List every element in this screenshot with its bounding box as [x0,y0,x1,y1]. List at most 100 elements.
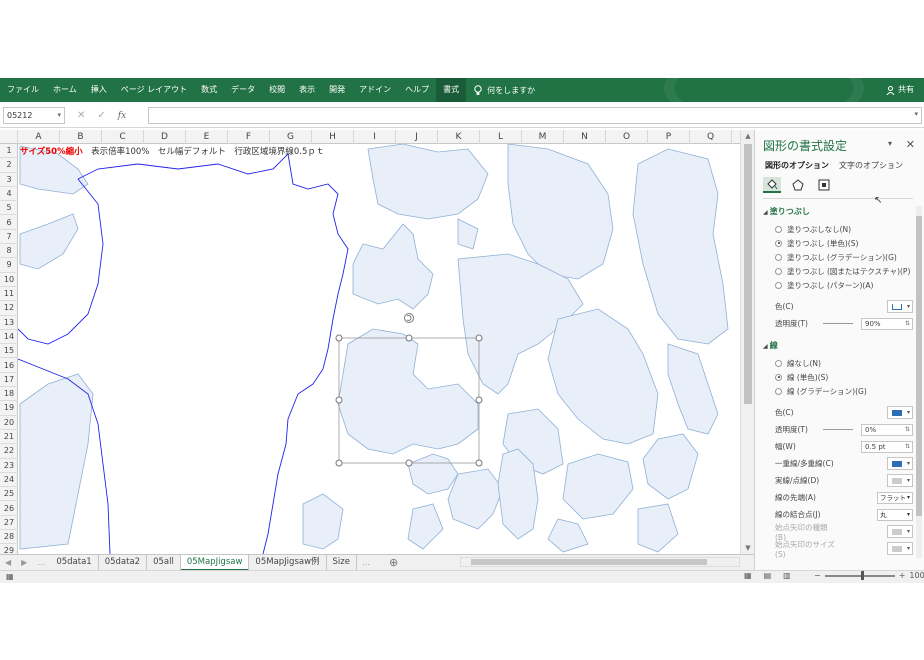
row-header[interactable]: 10 [0,273,18,287]
horizontal-scrollbar[interactable] [460,557,740,567]
add-sheet-icon[interactable]: ⊕ [389,556,398,569]
row-header[interactable]: 12 [0,301,18,316]
fill-picture-option[interactable]: 塗りつぶし (図またはテクスチャ)(P) [775,264,913,278]
sheet-more-icon[interactable]: … [37,558,45,567]
radio[interactable] [775,253,782,261]
fill-transparency-slider[interactable] [823,323,853,324]
sheet-tab[interactable]: 05data2 [99,554,148,571]
cancel-icon[interactable]: ✕ [77,110,85,121]
row-header[interactable]: 1 [0,144,18,159]
map-piece[interactable] [407,453,459,495]
row-header[interactable]: 17 [0,373,18,388]
fill-transparency-input[interactable]: 90% [861,317,913,330]
row-header[interactable]: 19 [0,401,18,416]
map-piece[interactable] [302,493,344,550]
map-piece[interactable] [547,518,589,553]
size-properties-icon[interactable] [815,177,833,193]
map-piece[interactable] [367,144,489,220]
tell-me-box[interactable]: 何をしますか [474,84,535,96]
radio[interactable] [775,359,782,367]
fill-pattern-option[interactable]: 塗りつぶし (パターン)(A) [775,278,913,292]
pane-scrollbar[interactable] [916,206,922,558]
row-header[interactable]: 20 [0,416,18,430]
row-header[interactable]: 25 [0,487,18,502]
select-all-corner[interactable] [0,130,18,144]
sheet-tab[interactable]: 05MapJigsaw例 [249,554,327,571]
line-transparency-input[interactable]: 0% [861,423,913,436]
radio[interactable] [775,225,782,233]
tab-data[interactable]: データ [224,78,262,102]
column-header[interactable]: J [396,130,438,144]
radio[interactable] [775,267,782,275]
name-box[interactable]: 05212 ▾ [3,107,65,124]
sheet-tab[interactable]: 05data1 [50,554,99,571]
sheet-tab[interactable]: 05all [147,554,181,571]
line-color-picker[interactable]: ▾ [887,406,913,419]
row-header[interactable]: 3 [0,173,18,187]
zoom-out-icon[interactable]: − [814,571,821,580]
row-header[interactable]: 13 [0,316,18,330]
effects-icon[interactable] [789,177,807,193]
row-header[interactable]: 5 [0,201,18,216]
formula-input[interactable]: ▾ [148,107,922,124]
insert-function-icon[interactable]: fx [118,111,126,121]
worksheet-grid[interactable]: A B C D E F G H I J K L M N O P Q 1 2 3 … [0,130,754,554]
scroll-thumb[interactable] [744,144,752,404]
tab-formulas[interactable]: 数式 [194,78,224,102]
line-section-header[interactable]: 線 [763,340,913,351]
line-none-option[interactable]: 線なし(N) [775,356,913,370]
tab-addins[interactable]: アドイン [352,78,398,102]
compound-type-picker[interactable]: ▾ [887,457,913,470]
tab-file[interactable]: ファイル [0,78,46,102]
column-header[interactable]: E [186,130,228,144]
column-header[interactable]: D [144,130,186,144]
row-header[interactable]: 14 [0,330,18,345]
row-header[interactable]: 9 [0,258,18,273]
row-header[interactable]: 15 [0,344,18,359]
chevron-down-icon[interactable]: ▾ [57,108,61,123]
column-header[interactable]: O [606,130,648,144]
tab-help[interactable]: ヘルプ [398,78,436,102]
column-header[interactable]: K [438,130,480,144]
map-piece[interactable] [457,218,479,250]
fill-none-option[interactable]: 塗りつぶしなし(N) [775,222,913,236]
map-piece[interactable] [562,453,634,520]
column-header[interactable]: N [564,130,606,144]
dash-type-picker[interactable]: ▾ [887,474,913,487]
macro-record-icon[interactable]: ▦ [6,572,14,581]
tab-format[interactable]: 書式 [436,78,467,102]
hscroll-thumb[interactable] [471,559,707,565]
map-piece[interactable] [19,373,94,550]
map-piece[interactable] [447,468,504,530]
share-button[interactable]: 共有 [886,78,914,102]
map-piece[interactable] [352,223,434,310]
line-width-input[interactable]: 0.5 pt [861,440,913,453]
tab-insert[interactable]: 挿入 [84,78,114,102]
cap-type-dropdown[interactable]: フラット [877,491,913,504]
page-break-view-icon[interactable]: ▥ [783,571,791,580]
row-header[interactable]: 6 [0,216,18,230]
row-header[interactable]: 16 [0,359,18,373]
row-header[interactable]: 21 [0,430,18,445]
line-solid-option[interactable]: 線 (単色)(S) [775,370,913,384]
map-piece[interactable] [507,144,614,280]
tab-developer[interactable]: 開発 [322,78,352,102]
column-header[interactable]: P [648,130,690,144]
tab-review[interactable]: 校閲 [262,78,292,102]
row-header[interactable]: 7 [0,230,18,245]
zoom-in-icon[interactable]: + [899,571,906,580]
zoom-slider[interactable] [824,570,895,580]
column-header[interactable]: L [480,130,522,144]
zoom-level[interactable]: 100% [909,571,924,580]
sheet-prev-icon[interactable]: ◀ [5,558,11,567]
row-header[interactable]: 8 [0,244,18,259]
radio[interactable] [775,281,782,289]
normal-view-icon[interactable]: ▦ [744,571,752,580]
row-header[interactable]: 23 [0,459,18,473]
join-type-dropdown[interactable]: 丸 [877,508,913,521]
tab-view[interactable]: 表示 [292,78,322,102]
radio-selected[interactable] [775,239,782,247]
sheet-tab[interactable]: Size [327,554,357,571]
row-header[interactable]: 29 [0,544,18,554]
column-header[interactable]: C [102,130,144,144]
